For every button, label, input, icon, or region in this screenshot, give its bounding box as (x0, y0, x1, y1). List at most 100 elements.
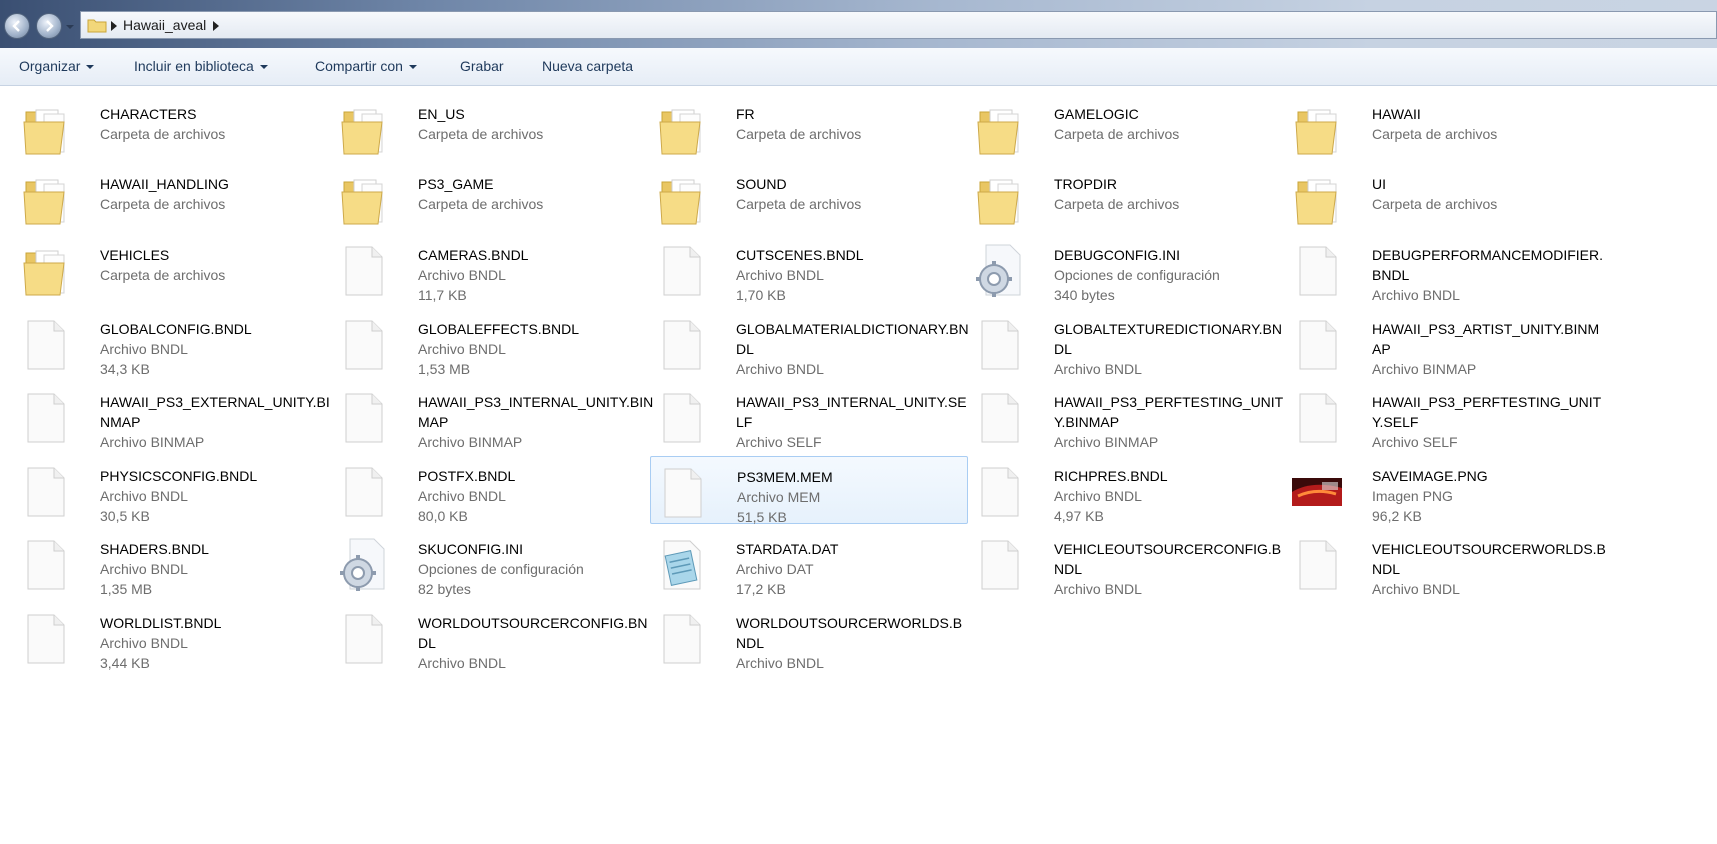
item-text: TROPDIR Carpeta de archivos (1054, 174, 1290, 214)
file-item[interactable]: HAWAII_PS3_EXTERNAL_UNITY.BINMAP Archivo … (14, 382, 332, 450)
image-thumbnail-icon (1292, 462, 1342, 520)
file-item[interactable]: HAWAII_PS3_INTERNAL_UNITY.SELF Archivo SE… (650, 382, 968, 450)
file-item[interactable]: VEHICLEOUTSOURCERCONFIG.BNDL Archivo BNDL (968, 529, 1286, 597)
item-name: POSTFX.BNDL (418, 468, 516, 484)
item-name: SKUCONFIG.INI (418, 541, 524, 557)
forward-button[interactable] (36, 13, 62, 39)
folder-item[interactable]: PS3_GAME Carpeta de archivos (332, 164, 650, 232)
config-file-icon (974, 241, 1024, 299)
file-icon (656, 388, 706, 446)
item-text: HAWAII_PS3_ARTIST_UNITY.BINMAP Archivo BI… (1372, 319, 1608, 379)
file-item[interactable]: DEBUGCONFIG.INI Opciones de configuración… (968, 235, 1286, 303)
item-type: Archivo MEM (737, 489, 821, 505)
item-type: Carpeta de archivos (1054, 196, 1180, 212)
file-item[interactable]: GLOBALEFFECTS.BNDL Archivo BNDL 1,53 MB (332, 309, 650, 377)
file-item[interactable]: HAWAII_PS3_PERFTESTING_UNITY.BINMAP Archi… (968, 382, 1286, 450)
new-folder-button[interactable]: Nueva carpeta (542, 58, 633, 74)
folder-item[interactable]: CHARACTERS Carpeta de archivos (14, 94, 332, 162)
folder-icon (974, 170, 1024, 228)
item-name: HAWAII_HANDLING (100, 176, 229, 192)
file-item[interactable]: GLOBALMATERIALDICTIONARY.BNDL Archivo BND… (650, 309, 969, 377)
item-name: SOUND (736, 176, 787, 192)
item-text: CHARACTERS Carpeta de archivos (100, 104, 336, 144)
config-file-icon (338, 535, 388, 593)
item-type: Archivo BINMAP (1372, 361, 1477, 377)
folder-item[interactable]: HAWAII_HANDLING Carpeta de archivos (14, 164, 332, 232)
file-item[interactable]: SAVEIMAGE.PNG Imagen PNG 96,2 KB (1286, 456, 1604, 524)
item-text: HAWAII_PS3_INTERNAL_UNITY.SELF Archivo SE… (736, 392, 972, 452)
file-item[interactable]: SHADERS.BNDL Archivo BNDL 1,35 MB (14, 529, 332, 597)
item-text: SAVEIMAGE.PNG Imagen PNG 96,2 KB (1372, 466, 1608, 526)
address-bar[interactable]: Hawaii_aveal (80, 11, 1717, 39)
file-item[interactable]: WORLDOUTSOURCERWORLDS.BNDL Archivo BNDL (650, 603, 968, 671)
file-item[interactable]: RICHPRES.BNDL Archivo BNDL 4,97 KB (968, 456, 1286, 524)
folder-item[interactable]: TROPDIR Carpeta de archivos (968, 164, 1286, 232)
file-item[interactable]: CAMERAS.BNDL Archivo BNDL 11,7 KB (332, 235, 650, 303)
file-item[interactable]: SKUCONFIG.INI Opciones de configuración 82… (332, 529, 650, 597)
forward-arrow-icon (46, 20, 54, 32)
item-text: HAWAII_PS3_INTERNAL_UNITY.BINMAP Archivo … (418, 392, 654, 452)
file-item[interactable]: PS3MEM.MEM Archivo MEM 51,5 KB (650, 456, 968, 525)
file-item[interactable]: HAWAII_PS3_INTERNAL_UNITY.BINMAP Archivo … (332, 382, 653, 450)
file-item[interactable]: GLOBALTEXTUREDICTIONARY.BNDL Archivo BNDL (968, 309, 1286, 377)
file-item[interactable]: DEBUGPERFORMANCEMODIFIER.BNDL Archivo BND… (1286, 235, 1604, 303)
file-icon (656, 315, 706, 373)
file-item[interactable]: HAWAII_PS3_PERFTESTING_UNITY.SELF Archivo… (1286, 382, 1604, 450)
include-in-library-button[interactable]: Incluir en biblioteca (134, 58, 268, 74)
item-name: GLOBALMATERIALDICTIONARY.BNDL (736, 321, 969, 357)
file-icon (974, 462, 1024, 520)
file-item[interactable]: VEHICLEOUTSOURCERWORLDS.BNDL Archivo BNDL (1286, 529, 1606, 597)
burn-button[interactable]: Grabar (460, 58, 504, 74)
item-name: SAVEIMAGE.PNG (1372, 468, 1488, 484)
chevron-right-icon[interactable] (213, 21, 219, 31)
file-item[interactable]: WORLDLIST.BNDL Archivo BNDL 3,44 KB (14, 603, 332, 671)
item-size: 340 bytes (1054, 287, 1115, 303)
item-type: Imagen PNG (1372, 488, 1453, 504)
item-text: GLOBALTEXTUREDICTIONARY.BNDL Archivo BNDL (1054, 319, 1290, 379)
item-size: 17,2 KB (736, 581, 786, 597)
folder-icon (338, 100, 388, 158)
item-type: Archivo BNDL (1372, 287, 1460, 303)
item-name: HAWAII_PS3_INTERNAL_UNITY.BINMAP (418, 394, 654, 430)
file-icon (1292, 388, 1342, 446)
item-size: 80,0 KB (418, 508, 468, 524)
item-type: Archivo BINMAP (1054, 434, 1159, 450)
file-item[interactable]: CUTSCENES.BNDL Archivo BNDL 1,70 KB (650, 235, 968, 303)
item-type: Opciones de configuración (1054, 267, 1220, 283)
folder-item[interactable]: VEHICLES Carpeta de archivos (14, 235, 332, 303)
recent-pages-dropdown[interactable] (65, 22, 75, 32)
item-type: Archivo SELF (736, 434, 822, 450)
item-type: Archivo SELF (1372, 434, 1458, 450)
item-text: WORLDLIST.BNDL Archivo BNDL 3,44 KB (100, 613, 336, 673)
item-size: 1,70 KB (736, 287, 786, 303)
item-type: Archivo DAT (736, 561, 814, 577)
file-item[interactable]: GLOBALCONFIG.BNDL Archivo BNDL 34,3 KB (14, 309, 332, 377)
folder-item[interactable]: GAMELOGIC Carpeta de archivos (968, 94, 1286, 162)
item-type: Carpeta de archivos (1372, 196, 1498, 212)
folder-item[interactable]: EN_US Carpeta de archivos (332, 94, 650, 162)
item-name: STARDATA.DAT (736, 541, 839, 557)
item-text: GLOBALMATERIALDICTIONARY.BNDL Archivo BND… (736, 319, 972, 379)
folder-item[interactable]: HAWAII Carpeta de archivos (1286, 94, 1604, 162)
share-with-button[interactable]: Compartir con (315, 58, 417, 74)
back-button[interactable] (4, 13, 30, 39)
file-item[interactable]: STARDATA.DAT Archivo DAT 17,2 KB (650, 529, 968, 597)
item-size: 51,5 KB (737, 509, 787, 525)
file-item[interactable]: WORLDOUTSOURCERCONFIG.BNDL Archivo BNDL (332, 603, 650, 671)
item-type: Archivo BNDL (736, 655, 824, 671)
caret-down-icon (86, 65, 95, 70)
file-item[interactable]: HAWAII_PS3_ARTIST_UNITY.BINMAP Archivo BI… (1286, 309, 1604, 377)
breadcrumb-item[interactable]: Hawaii_aveal (123, 17, 206, 33)
item-text: SOUND Carpeta de archivos (736, 174, 972, 214)
folder-item[interactable]: UI Carpeta de archivos (1286, 164, 1604, 232)
item-name: DEBUGPERFORMANCEMODIFIER.BNDL (1372, 247, 1604, 283)
item-text: POSTFX.BNDL Archivo BNDL 80,0 KB (418, 466, 654, 526)
file-item[interactable]: POSTFX.BNDL Archivo BNDL 80,0 KB (332, 456, 650, 524)
organize-button[interactable]: Organizar (19, 58, 95, 74)
chevron-right-icon[interactable] (111, 21, 117, 31)
item-size: 1,35 MB (100, 581, 153, 597)
file-item[interactable]: PHYSICSCONFIG.BNDL Archivo BNDL 30,5 KB (14, 456, 332, 524)
file-icon (656, 609, 706, 667)
folder-item[interactable]: FR Carpeta de archivos (650, 94, 968, 162)
folder-item[interactable]: SOUND Carpeta de archivos (650, 164, 968, 232)
